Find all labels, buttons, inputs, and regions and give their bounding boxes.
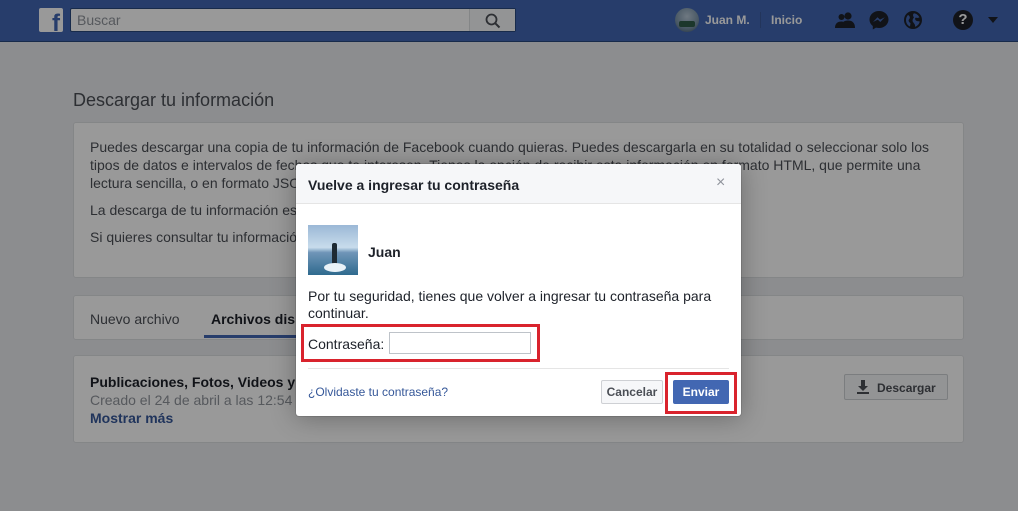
avatar bbox=[308, 225, 358, 275]
forgot-password-link[interactable]: ¿Olvidaste tu contraseña? bbox=[308, 385, 448, 399]
avatar-figure bbox=[332, 243, 337, 265]
dialog-username: Juan bbox=[368, 244, 401, 260]
dialog-title: Vuelve a ingresar tu contraseña bbox=[308, 177, 520, 193]
send-highlight-box bbox=[665, 372, 737, 414]
dialog-header: Vuelve a ingresar tu contraseña × bbox=[296, 164, 741, 204]
password-highlight-box bbox=[301, 324, 540, 362]
dialog-message: Por tu seguridad, tienes que volver a in… bbox=[308, 288, 712, 321]
dialog-divider bbox=[308, 368, 729, 369]
reenter-password-dialog: Vuelve a ingresar tu contraseña × Juan P… bbox=[296, 164, 741, 416]
avatar-water-spray bbox=[324, 263, 346, 272]
cancel-button[interactable]: Cancelar bbox=[601, 380, 663, 404]
close-icon[interactable]: × bbox=[716, 175, 725, 191]
